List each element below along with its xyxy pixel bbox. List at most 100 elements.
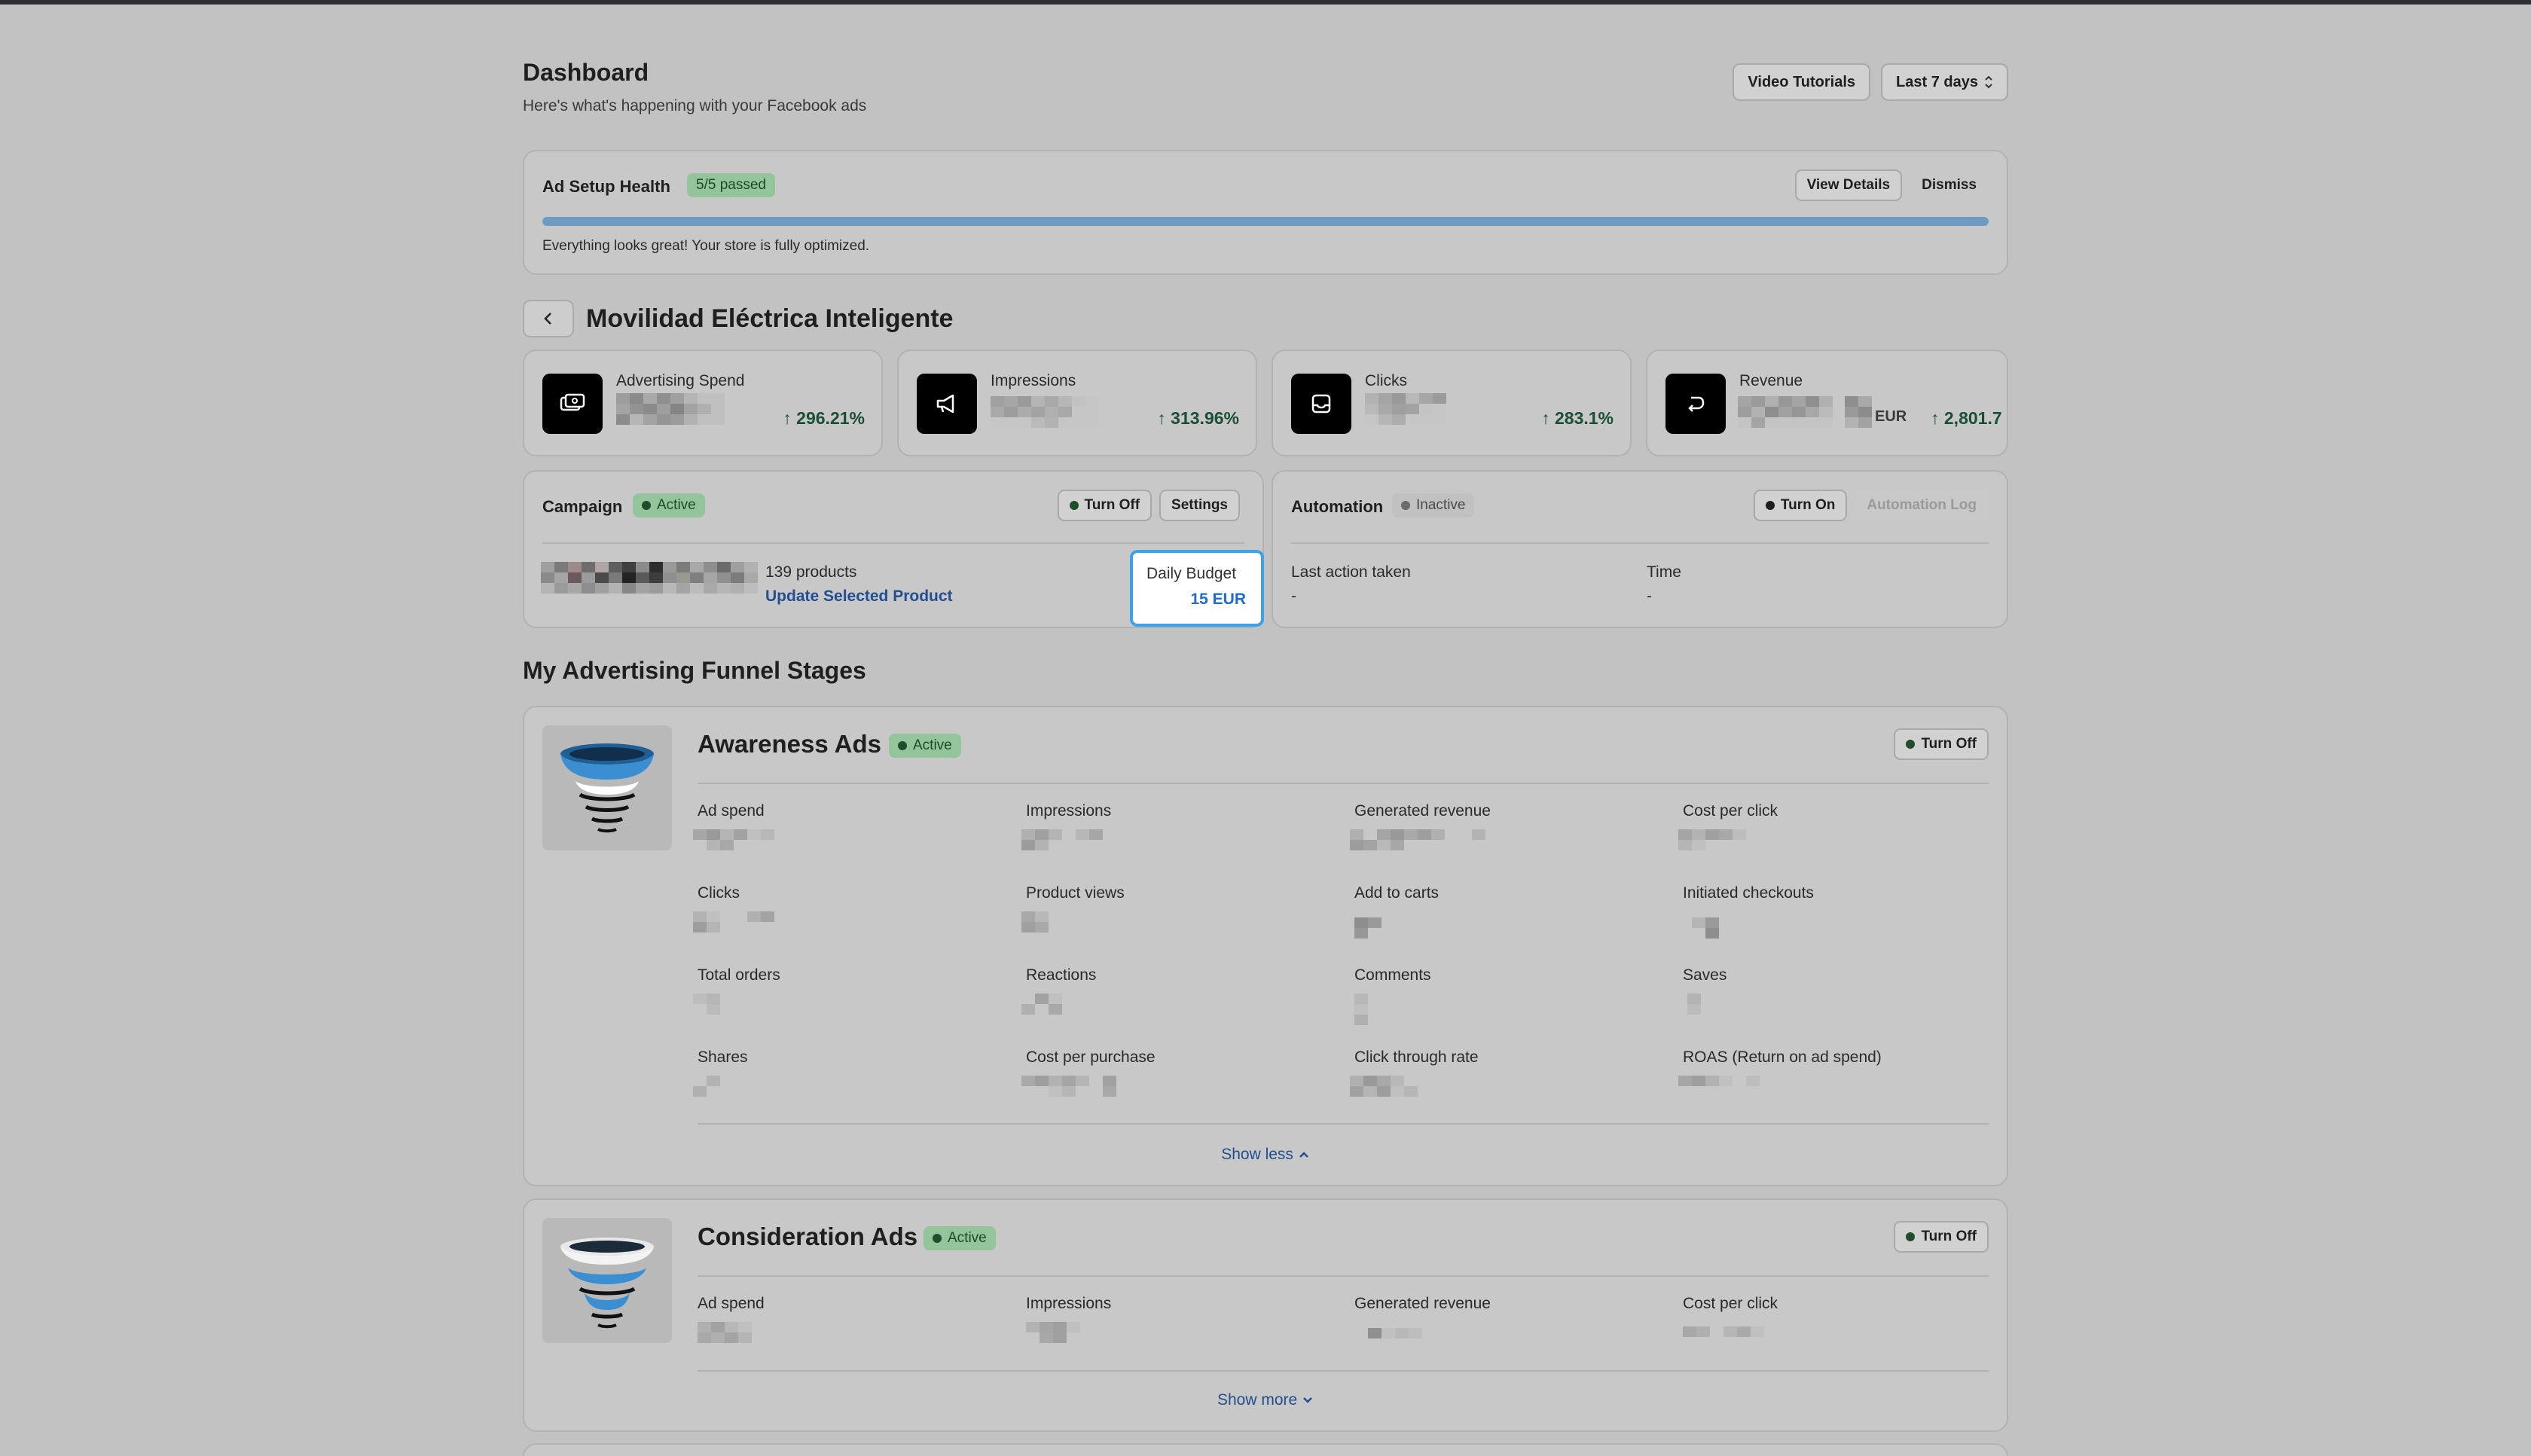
stat-reactions: Reactions	[1021, 966, 1342, 1034]
health-progress-bar	[542, 217, 1989, 226]
ad-setup-health-card: Ad Setup Health 5/5 passed View Details …	[523, 150, 2008, 275]
redacted-value	[1026, 1322, 1080, 1343]
metric-change: ↑ 296.21%	[783, 408, 865, 428]
stat-cost-per-purchase: Cost per purchase	[1021, 1049, 1342, 1116]
redacted-value	[1354, 917, 1395, 939]
show-less-toggle[interactable]: Show less	[524, 1146, 2007, 1164]
stage-status-badge: Active	[924, 1226, 996, 1250]
redacted-value	[693, 911, 774, 933]
automation-card: Automation Inactive Turn On Automation L…	[1272, 470, 2008, 628]
redacted-value	[1678, 1076, 1760, 1086]
last-action-label: Last action taken	[1291, 563, 1411, 581]
stat-comments: Comments	[1354, 966, 1671, 1034]
chevron-up-icon	[1299, 1152, 1308, 1158]
status-dot-icon	[1906, 740, 1916, 749]
stat-click-through-rate: Click through rate	[1350, 1049, 1671, 1116]
stat-generated-revenue: Generated revenue	[1354, 1295, 1671, 1363]
dismiss-button[interactable]: Dismiss	[1910, 169, 1989, 201]
health-message: Everything looks great! Your store is fu…	[542, 238, 870, 254]
funnel-icon	[560, 1238, 654, 1329]
video-tutorials-button[interactable]: Video Tutorials	[1733, 63, 1871, 101]
redacted-value	[1365, 393, 1446, 425]
metric-card-impressions: Impressions ↑ 313.96%	[897, 350, 1257, 456]
metric-label: Impressions	[991, 372, 1076, 389]
window-top-bar	[0, 0, 2531, 5]
status-dot-icon	[898, 741, 907, 750]
show-more-toggle[interactable]: Show more	[524, 1391, 2007, 1409]
campaign-turn-off-button[interactable]: Turn Off	[1057, 490, 1153, 521]
metric-label: Advertising Spend	[616, 372, 745, 389]
divider	[698, 783, 1989, 784]
daily-budget-value: 15 EUR	[1190, 591, 1246, 608]
store-name: Movilidad Eléctrica Inteligente	[586, 304, 954, 333]
last-action-value: -	[1291, 588, 1296, 605]
metric-card-revenue: Revenue EUR ↑ 2,801.7	[1646, 350, 2008, 456]
redacted-value	[616, 393, 725, 425]
revenue-currency: EUR	[1875, 408, 1907, 425]
campaign-status-badge: Active	[633, 493, 705, 517]
redacted-value	[1683, 1326, 1764, 1337]
funnel-stage-awareness: Awareness Ads Active Turn Off Ad spend I…	[523, 706, 2008, 1186]
automation-status-badge: Inactive	[1392, 493, 1475, 517]
stat-roas: ROAS (Return on ad spend)	[1678, 1049, 1999, 1116]
back-button[interactable]	[523, 300, 574, 337]
automation-log-button[interactable]: Automation Log	[1855, 490, 1989, 521]
redacted-value	[1350, 829, 1485, 850]
update-selected-product-link[interactable]: Update Selected Product	[765, 588, 953, 606]
funnel-section-title: My Advertising Funnel Stages	[523, 657, 866, 684]
daily-budget-box[interactable]: Daily Budget 15 EUR	[1130, 550, 1264, 627]
funnel-stage-next-card	[523, 1443, 2008, 1456]
funnel-image	[542, 1218, 672, 1343]
redacted-value	[1354, 994, 1368, 1025]
automation-turn-on-button[interactable]: Turn On	[1753, 490, 1848, 521]
return-icon	[1665, 374, 1726, 434]
stat-impressions: Impressions	[1021, 802, 1342, 870]
funnel-icon	[560, 743, 654, 833]
status-dot-icon	[1401, 501, 1410, 510]
divider	[698, 1123, 1989, 1125]
stat-clicks: Clicks	[693, 884, 1014, 952]
redacted-value	[1692, 917, 1719, 939]
status-dot-icon	[1069, 501, 1079, 510]
stage-status-badge: Active	[889, 734, 961, 758]
stage-name: Awareness Ads	[698, 730, 881, 758]
status-dot-icon	[1906, 1232, 1916, 1241]
campaign-card: Campaign Active Turn Off Settings 139 pr…	[523, 470, 1264, 628]
money-icon	[542, 374, 603, 434]
stage-turn-off-button[interactable]: Turn Off	[1894, 728, 1989, 760]
redacted-value	[698, 1322, 779, 1343]
stat-cost-per-click: Cost per click	[1678, 802, 1999, 870]
redacted-value	[1687, 994, 1701, 1015]
stat-cost-per-click: Cost per click	[1683, 1295, 1999, 1363]
redacted-value	[1021, 1076, 1116, 1097]
divider	[698, 1370, 1989, 1372]
date-range-select[interactable]: Last 7 days	[1881, 63, 2008, 101]
stat-shares: Shares	[693, 1049, 1014, 1116]
status-dot-icon	[642, 501, 651, 510]
metric-change: ↑ 313.96%	[1157, 408, 1239, 428]
time-label: Time	[1647, 563, 1681, 581]
time-value: -	[1647, 588, 1652, 605]
daily-budget-label: Daily Budget	[1146, 565, 1237, 582]
stat-ad-spend: Ad spend	[698, 1295, 1014, 1363]
stat-impressions: Impressions	[1026, 1295, 1342, 1363]
product-count: 139 products	[765, 563, 857, 581]
page-header: Dashboard Here's what's happening with y…	[523, 59, 2008, 127]
stage-turn-off-button[interactable]: Turn Off	[1894, 1221, 1989, 1253]
campaign-settings-button[interactable]: Settings	[1159, 490, 1240, 521]
stat-product-views: Product views	[1021, 884, 1342, 952]
product-thumbnails	[541, 562, 758, 594]
status-dot-icon	[933, 1234, 942, 1243]
redacted-value	[1021, 911, 1062, 933]
funnel-stage-consideration: Consideration Ads Active Turn Off Ad spe…	[523, 1198, 2008, 1432]
redacted-value	[1021, 829, 1103, 850]
redacted-value	[1021, 994, 1062, 1015]
stat-add-to-carts: Add to carts	[1354, 884, 1671, 952]
view-details-button[interactable]: View Details	[1794, 169, 1903, 201]
sort-arrows-icon	[1985, 75, 1992, 89]
funnel-image	[542, 725, 672, 850]
redacted-value	[1350, 1076, 1418, 1097]
metric-card-clicks: Clicks ↑ 283.1%	[1272, 350, 1632, 456]
redacted-value	[693, 994, 720, 1015]
stat-generated-revenue: Generated revenue	[1350, 802, 1671, 870]
